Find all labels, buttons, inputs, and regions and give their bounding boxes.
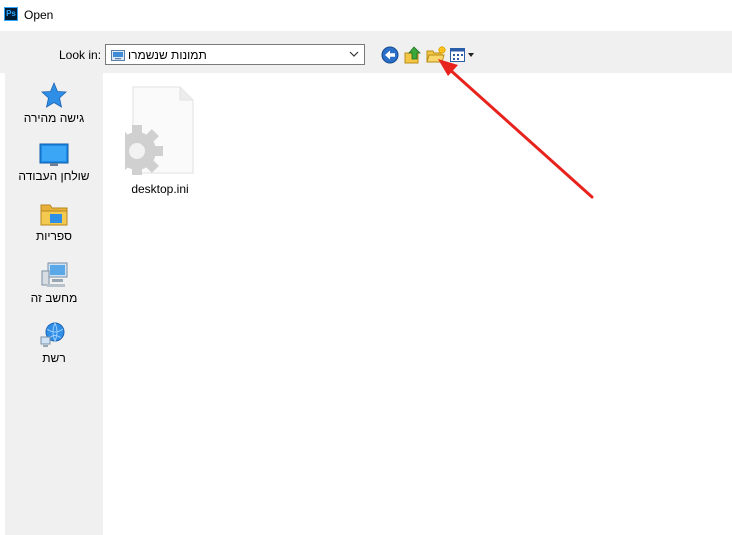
place-this-pc[interactable]: מחשב זה	[5, 261, 103, 305]
place-desktop[interactable]: שולחן העבודה	[5, 141, 103, 183]
places-bar: גישה מהירה שולחן העבודה ספריות מחשב זה ר…	[5, 73, 103, 535]
place-network[interactable]: רשת	[5, 321, 103, 365]
place-label: מחשב זה	[30, 291, 78, 305]
view-menu-button[interactable]	[449, 45, 477, 65]
computer-icon	[41, 262, 68, 287]
star-icon	[41, 81, 67, 108]
photoshop-app-icon: Ps	[4, 7, 18, 21]
place-label: ספריות	[35, 229, 72, 243]
window-title: Open	[24, 8, 54, 22]
chevron-down-icon[interactable]	[349, 50, 359, 58]
place-label: גישה מהירה	[23, 111, 85, 125]
new-folder-icon	[426, 46, 446, 63]
place-libraries[interactable]: ספריות	[5, 201, 103, 243]
look-in-dropdown[interactable]: תמונות שנשמרו	[105, 44, 365, 65]
look-in-value: תמונות שנשמרו	[128, 48, 207, 62]
network-icon	[40, 322, 65, 347]
file-name: desktop.ini	[131, 182, 189, 196]
views-menu-icon	[450, 48, 474, 62]
settings-file-icon	[111, 86, 194, 177]
folder-up-icon	[404, 46, 421, 64]
look-in-label: Look in:	[59, 48, 102, 62]
desktop-icon	[39, 143, 69, 166]
folder-icon	[111, 50, 125, 61]
back-arrow-icon	[381, 46, 399, 64]
file-list[interactable]: desktop.ini	[105, 73, 732, 535]
place-label: רשת	[42, 351, 66, 365]
libraries-folder-icon	[40, 204, 68, 226]
back-button[interactable]	[380, 45, 400, 65]
place-quick-access[interactable]: גישה מהירה	[5, 81, 103, 125]
create-new-folder-button[interactable]	[426, 45, 446, 65]
file-item[interactable]: desktop.ini	[111, 85, 195, 196]
up-one-level-button[interactable]	[403, 45, 423, 65]
title-bar: Ps Open	[0, 0, 732, 31]
place-label: שולחן העבודה	[18, 169, 90, 183]
